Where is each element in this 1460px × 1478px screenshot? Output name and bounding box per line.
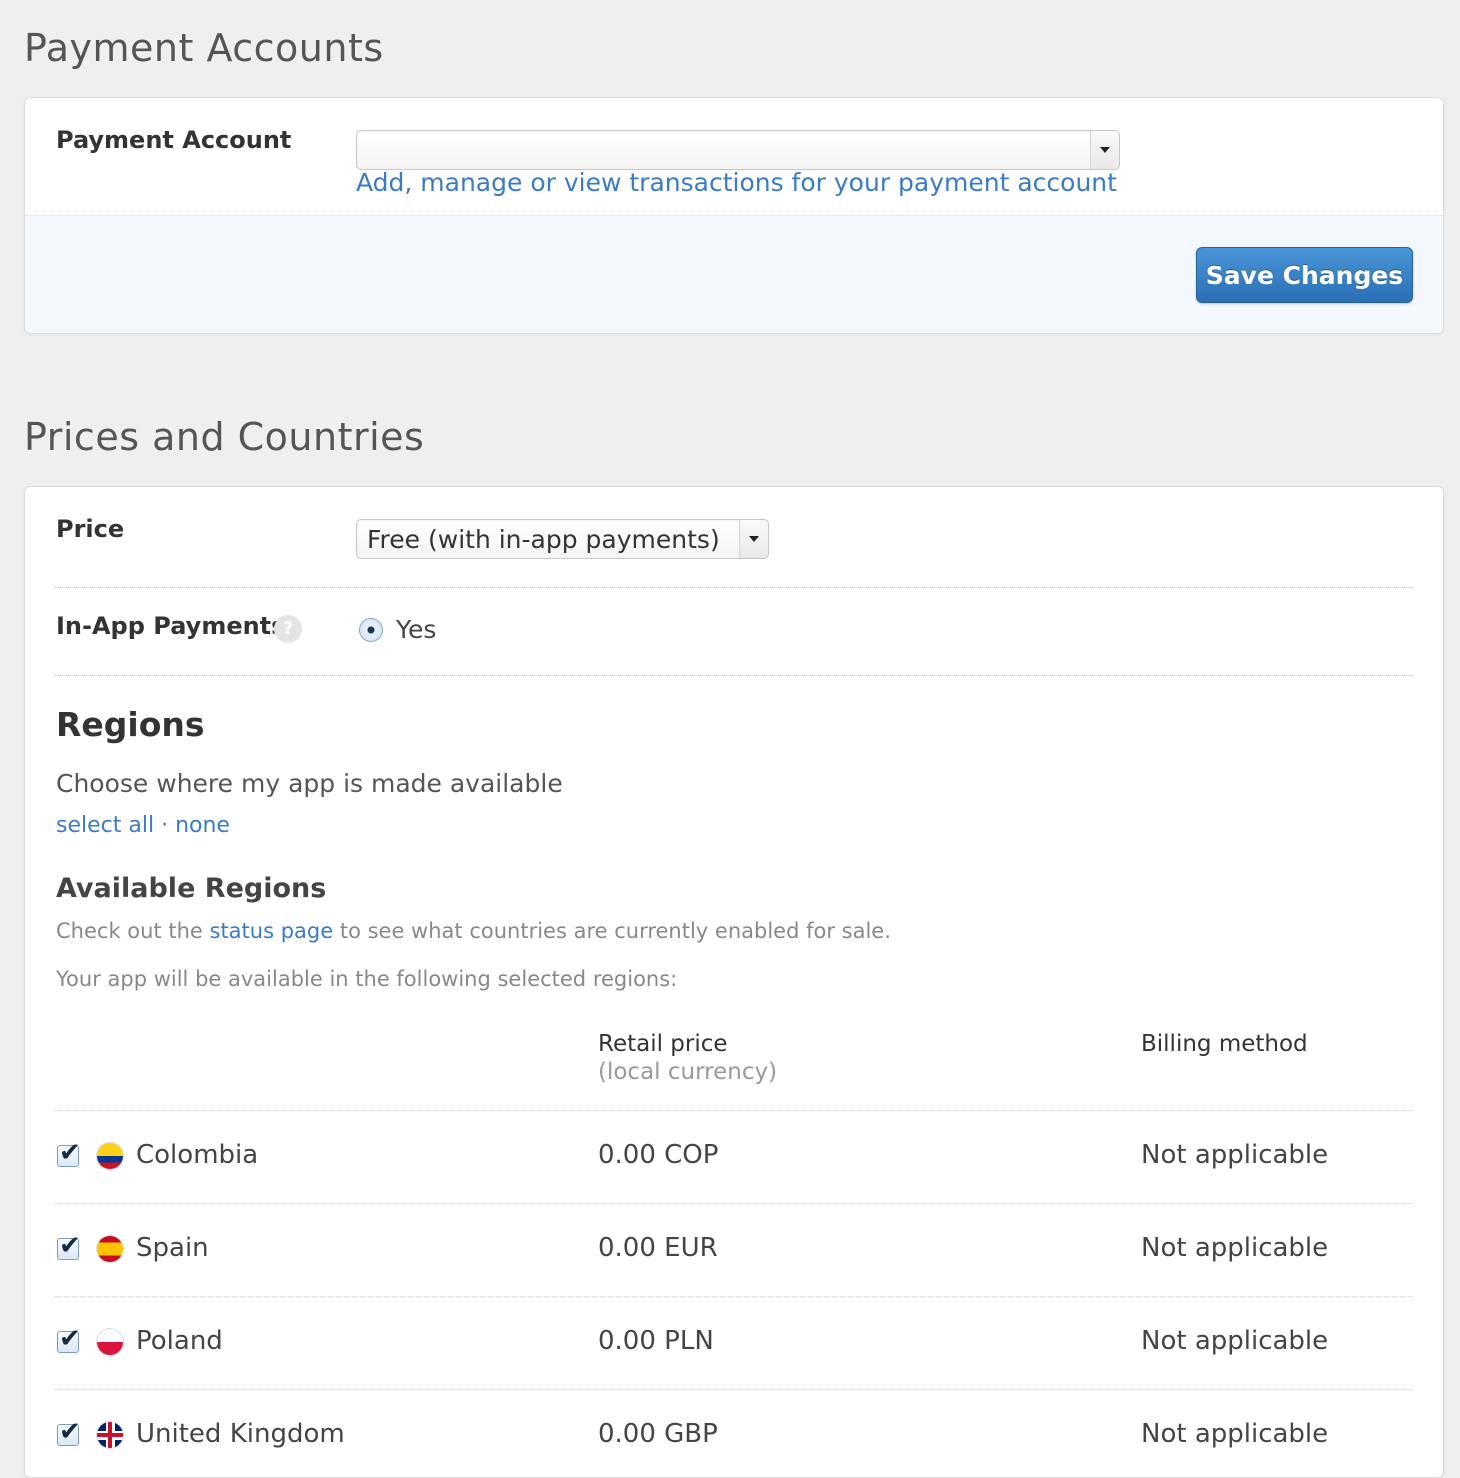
- payment-accounts-panel: Payment Account Add, manage or view tran…: [24, 97, 1444, 334]
- row-divider: [55, 1296, 1413, 1297]
- divider: [55, 587, 1413, 588]
- prices-countries-panel: Price Free (with in-app payments) In-App…: [24, 486, 1444, 1478]
- poland-flag-icon: [97, 1329, 123, 1355]
- chevron-down-icon: [1090, 131, 1119, 169]
- select-none-link[interactable]: none: [175, 813, 230, 838]
- link-separator: ·: [161, 813, 169, 838]
- manage-payment-account-link[interactable]: Add, manage or view transactions for you…: [356, 168, 1117, 197]
- region-checkbox[interactable]: [57, 1231, 81, 1261]
- price-label: Price: [56, 515, 125, 543]
- country-name: Poland: [136, 1326, 223, 1356]
- regions-heading: Regions: [56, 705, 205, 744]
- price-value: Free (with in-app payments): [367, 525, 720, 554]
- available-regions-heading: Available Regions: [56, 873, 327, 904]
- billing-method: Not applicable: [1141, 1419, 1329, 1449]
- payment-accounts-title: Payment Accounts: [24, 26, 384, 70]
- status-note-prefix: Check out the: [56, 919, 203, 943]
- region-checkbox[interactable]: [57, 1138, 81, 1168]
- country-name: United Kingdom: [136, 1419, 345, 1449]
- billing-method: Not applicable: [1141, 1233, 1329, 1263]
- country-name: Colombia: [136, 1140, 259, 1170]
- status-note: Check out the status page to see what co…: [56, 919, 891, 943]
- row-divider: [55, 1389, 1413, 1390]
- chevron-down-icon: [739, 520, 768, 558]
- payment-account-select[interactable]: [356, 130, 1120, 170]
- divider: [55, 675, 1413, 676]
- retail-price: 0.00 PLN: [598, 1326, 714, 1356]
- spain-flag-icon: [97, 1236, 123, 1262]
- price-select[interactable]: Free (with in-app payments): [356, 519, 769, 559]
- status-note-suffix: to see what countries are currently enab…: [339, 919, 891, 943]
- in-app-yes-label: Yes: [396, 615, 437, 644]
- retail-price: 0.00 GBP: [598, 1419, 718, 1449]
- region-checkbox[interactable]: [57, 1417, 81, 1447]
- region-checkbox[interactable]: [57, 1324, 81, 1354]
- row-divider: [55, 1110, 1413, 1111]
- retail-price: 0.00 EUR: [598, 1233, 718, 1263]
- in-app-yes-radio[interactable]: [359, 618, 383, 642]
- retail-price-header: Retail price: [598, 1031, 728, 1057]
- colombia-flag-icon: [97, 1143, 123, 1169]
- billing-method-header: Billing method: [1141, 1031, 1308, 1057]
- selected-regions-note: Your app will be available in the follow…: [56, 967, 678, 991]
- help-icon[interactable]: ?: [274, 615, 302, 643]
- uk-flag-icon: [97, 1422, 123, 1448]
- status-page-link[interactable]: status page: [210, 919, 334, 943]
- save-changes-button[interactable]: Save Changes: [1196, 247, 1413, 303]
- in-app-payments-label: In-App Payments: [56, 612, 286, 640]
- billing-method: Not applicable: [1141, 1140, 1329, 1170]
- select-all-link[interactable]: select all: [56, 813, 154, 838]
- regions-subtitle: Choose where my app is made available: [56, 769, 563, 798]
- billing-method: Not applicable: [1141, 1326, 1329, 1356]
- row-divider: [55, 1203, 1413, 1204]
- payment-account-label: Payment Account: [56, 126, 292, 154]
- retail-price: 0.00 COP: [598, 1140, 719, 1170]
- prices-countries-title: Prices and Countries: [24, 415, 425, 459]
- retail-price-subheader: (local currency): [598, 1059, 778, 1085]
- country-name: Spain: [136, 1233, 209, 1263]
- form-actions-bar: Save Changes: [25, 215, 1443, 333]
